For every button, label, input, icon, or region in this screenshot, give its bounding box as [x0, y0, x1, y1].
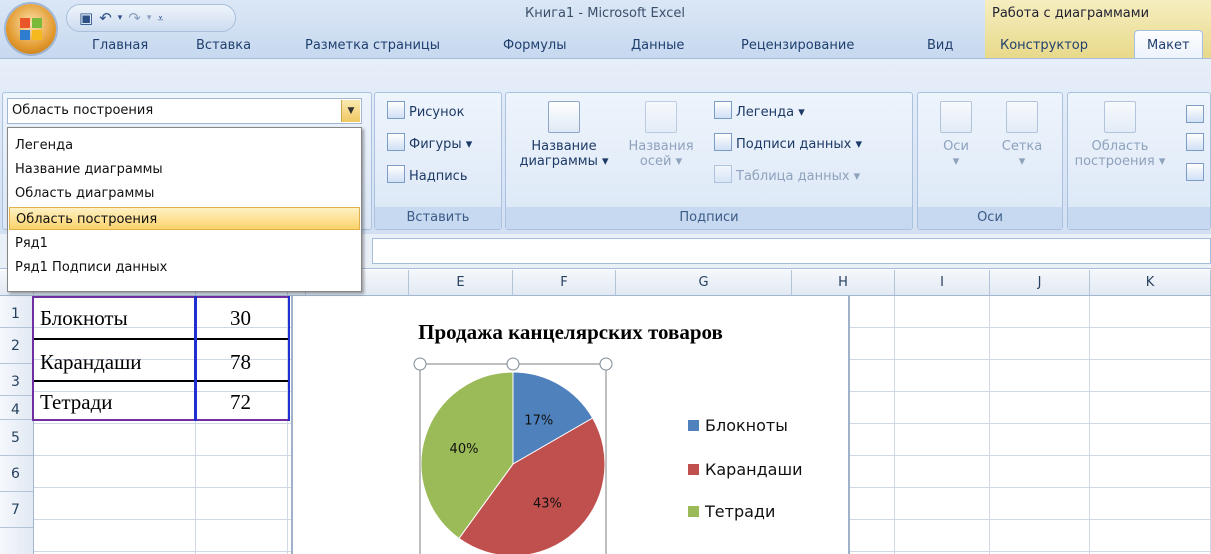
chart-element-dropdown: Легенда Название диаграммы Область диагр…	[7, 127, 362, 292]
axes-button[interactable]: Оси ▾	[928, 101, 984, 169]
selection-handle[interactable]	[506, 357, 520, 371]
legend-icon	[714, 101, 732, 119]
customize-toolbar-icon[interactable]: ⩡	[157, 13, 163, 24]
column-header-i[interactable]: I	[895, 270, 990, 295]
column-header-e[interactable]: E	[409, 270, 513, 295]
cell-name[interactable]: Карандаши	[40, 350, 142, 375]
row-header[interactable]: 6	[0, 456, 33, 492]
ribbon-group-axes: Оси ▾ Сетка ▾ Оси	[917, 92, 1063, 230]
dropdown-option[interactable]: Название диаграммы	[9, 158, 360, 181]
data-labels-icon	[714, 133, 732, 151]
plot-area-icon	[1104, 101, 1136, 133]
data-label[interactable]: 43%	[533, 496, 562, 511]
context-tab-group-title: Работа с диаграммами	[992, 6, 1150, 21]
legend-button[interactable]: Легенда ▾	[714, 101, 805, 120]
gridlines-button[interactable]: Сетка ▾	[990, 101, 1054, 169]
row-header[interactable]: 4	[0, 396, 33, 420]
tab-review[interactable]: Рецензирование	[735, 34, 860, 58]
cell-name[interactable]: Блокноты	[40, 306, 128, 331]
formula-input[interactable]	[372, 238, 1211, 264]
picture-icon	[387, 101, 405, 119]
row-headers: 1 2 3 4 5 6 7	[0, 296, 34, 554]
redo-icon[interactable]: ↷	[128, 10, 141, 26]
legend-swatch	[688, 506, 699, 517]
dropdown-option[interactable]: Ряд1 Подписи данных	[9, 256, 360, 279]
tab-formulas[interactable]: Формулы	[497, 34, 572, 58]
dropdown-option[interactable]: Область построения	[9, 207, 360, 230]
selection-handle[interactable]	[599, 357, 613, 371]
column-header-g[interactable]: G	[616, 270, 792, 295]
picture-button[interactable]: Рисунок	[387, 101, 464, 120]
shapes-button[interactable]: Фигуры ▾	[387, 133, 472, 152]
row-header[interactable]: 1	[0, 296, 33, 328]
axis-titles-icon	[645, 101, 677, 133]
ribbon-group-label: Оси	[918, 207, 1062, 229]
chart-element-selector-value: Область построения	[12, 103, 154, 118]
tab-page-layout[interactable]: Разметка страницы	[299, 34, 446, 58]
row-header[interactable]: 2	[0, 328, 33, 364]
ribbon-group-labels: Название диаграммы ▾ Названия осей ▾ Лег…	[505, 92, 913, 230]
cell-value[interactable]: 30	[230, 306, 251, 331]
dropdown-option[interactable]: Легенда	[9, 134, 360, 157]
tab-insert[interactable]: Вставка	[190, 34, 257, 58]
legend-swatch	[688, 420, 699, 431]
office-button[interactable]	[6, 4, 56, 54]
column-header-f[interactable]: F	[513, 270, 616, 295]
row-header[interactable]: 5	[0, 420, 33, 456]
3d-rotation-icon[interactable]	[1186, 163, 1204, 181]
undo-icon[interactable]: ↶	[99, 10, 112, 26]
cell-name[interactable]: Тетради	[40, 390, 113, 415]
data-label[interactable]: 40%	[450, 442, 479, 457]
chart-title-icon	[548, 101, 580, 133]
tab-view[interactable]: Вид	[921, 34, 959, 58]
quick-access-toolbar: ▣ ↶ ▾ ↷ ▾ ⩡	[66, 4, 236, 32]
legend-swatch	[688, 464, 699, 475]
dropdown-option[interactable]: Область диаграммы	[9, 182, 360, 205]
row-header[interactable]: 7	[0, 492, 33, 528]
chevron-down-icon[interactable]: ▾	[118, 13, 123, 23]
chart-area[interactable]: Продажа канцелярских товаров 17% 43% 40% Б…	[291, 296, 850, 554]
row-header[interactable]: 3	[0, 364, 33, 396]
textbox-button[interactable]: Надпись	[387, 165, 468, 184]
data-table-icon	[714, 165, 732, 183]
data-table-button[interactable]: Таблица данных ▾	[714, 165, 860, 184]
window-title: Книга1 - Microsoft Excel	[525, 6, 685, 21]
column-header-h[interactable]: H	[792, 270, 895, 295]
gridlines-icon	[1006, 101, 1038, 133]
ribbon-group-label: Подписи	[506, 207, 912, 229]
chart-floor-icon[interactable]	[1186, 133, 1204, 151]
chevron-down-icon[interactable]: ▾	[147, 13, 152, 23]
cell-value[interactable]: 72	[230, 390, 251, 415]
dropdown-option[interactable]: Ряд1	[9, 232, 360, 255]
chevron-down-icon[interactable]: ▼	[341, 100, 360, 122]
ribbon-group-background: Область построения ▾	[1067, 92, 1211, 230]
tab-data[interactable]: Данные	[625, 34, 690, 58]
legend-item[interactable]: Карандаши	[688, 460, 803, 479]
plot-area-button[interactable]: Область построения ▾	[1070, 101, 1170, 169]
column-header-k[interactable]: K	[1090, 270, 1211, 295]
column-header-j[interactable]: J	[990, 270, 1090, 295]
shapes-icon	[387, 133, 405, 151]
tab-home[interactable]: Главная	[86, 34, 154, 58]
tab-design[interactable]: Конструктор	[994, 34, 1094, 58]
data-label[interactable]: 17%	[524, 413, 553, 428]
axis-titles-button[interactable]: Названия осей ▾	[616, 101, 706, 169]
ribbon-group-label: Вставить	[375, 207, 501, 229]
legend-item[interactable]: Тетради	[688, 502, 775, 521]
selection-handle[interactable]	[413, 357, 427, 371]
axes-icon	[940, 101, 972, 133]
legend-item[interactable]: Блокноты	[688, 416, 788, 435]
chart-element-selector[interactable]: Область построения ▼	[7, 98, 362, 124]
chart-title-button[interactable]: Название диаграммы ▾	[514, 101, 614, 169]
chart-wall-icon[interactable]	[1186, 105, 1204, 123]
ribbon-group-insert: Рисунок Фигуры ▾ Надпись Вставить	[374, 92, 502, 230]
textbox-icon	[387, 165, 405, 183]
cell-value[interactable]: 78	[230, 350, 251, 375]
data-labels-button[interactable]: Подписи данных ▾	[714, 133, 862, 152]
tab-layout[interactable]: Макет	[1134, 30, 1203, 61]
save-icon[interactable]: ▣	[79, 10, 93, 26]
office-logo-icon	[20, 18, 42, 40]
ribbon-group-label	[1068, 207, 1210, 229]
